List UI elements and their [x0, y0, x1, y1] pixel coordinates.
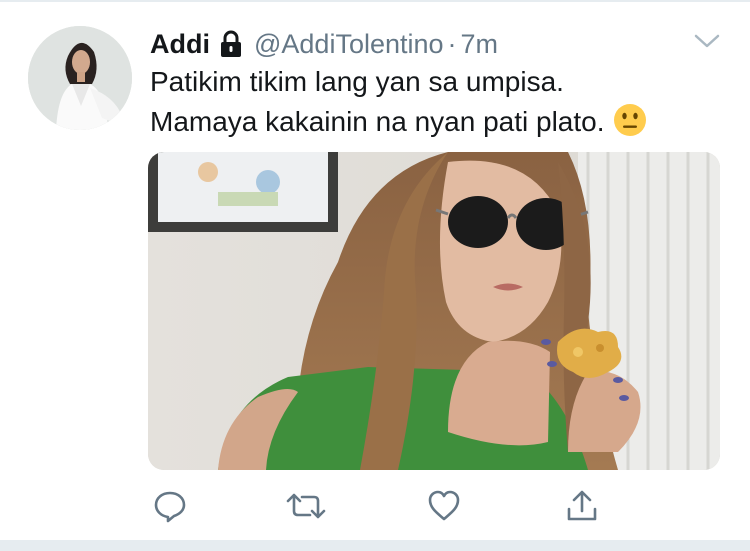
bottom-divider — [0, 540, 750, 551]
tweet-media-photo[interactable] — [148, 152, 720, 470]
tweet-text-line-2-content: Mamaya kakainin na nyan pati plato. — [150, 106, 605, 137]
speech-bubble-icon — [153, 489, 187, 528]
like-button[interactable] — [424, 488, 464, 528]
separator-dot: · — [447, 28, 457, 59]
chevron-down-icon[interactable] — [692, 30, 722, 52]
tweet-actions — [150, 488, 620, 528]
retweet-arrows-icon — [286, 489, 326, 528]
reply-button[interactable] — [150, 488, 190, 528]
tweet-text-line-1: Patikim tikim lang yan sa umpisa. — [150, 66, 564, 97]
share-button[interactable] — [562, 488, 602, 528]
neutral-face-emoji-icon — [613, 103, 647, 137]
lock-icon — [218, 30, 244, 58]
display-name[interactable]: Addi — [150, 29, 210, 60]
top-divider — [0, 0, 750, 2]
heart-icon — [427, 489, 461, 528]
tweet-text: Patikim tikim lang yan sa umpisa. Mamaya… — [150, 62, 720, 142]
retweet-button[interactable] — [286, 488, 326, 528]
tweet-text-line-2: Mamaya kakainin na nyan pati plato. — [150, 102, 720, 142]
tweet-header: Addi @AddiTolentino · 7m — [150, 24, 498, 64]
user-handle[interactable]: @AddiTolentino — [254, 29, 444, 60]
upload-share-icon — [565, 489, 599, 528]
avatar[interactable] — [28, 26, 132, 130]
timestamp[interactable]: 7m — [461, 29, 499, 60]
